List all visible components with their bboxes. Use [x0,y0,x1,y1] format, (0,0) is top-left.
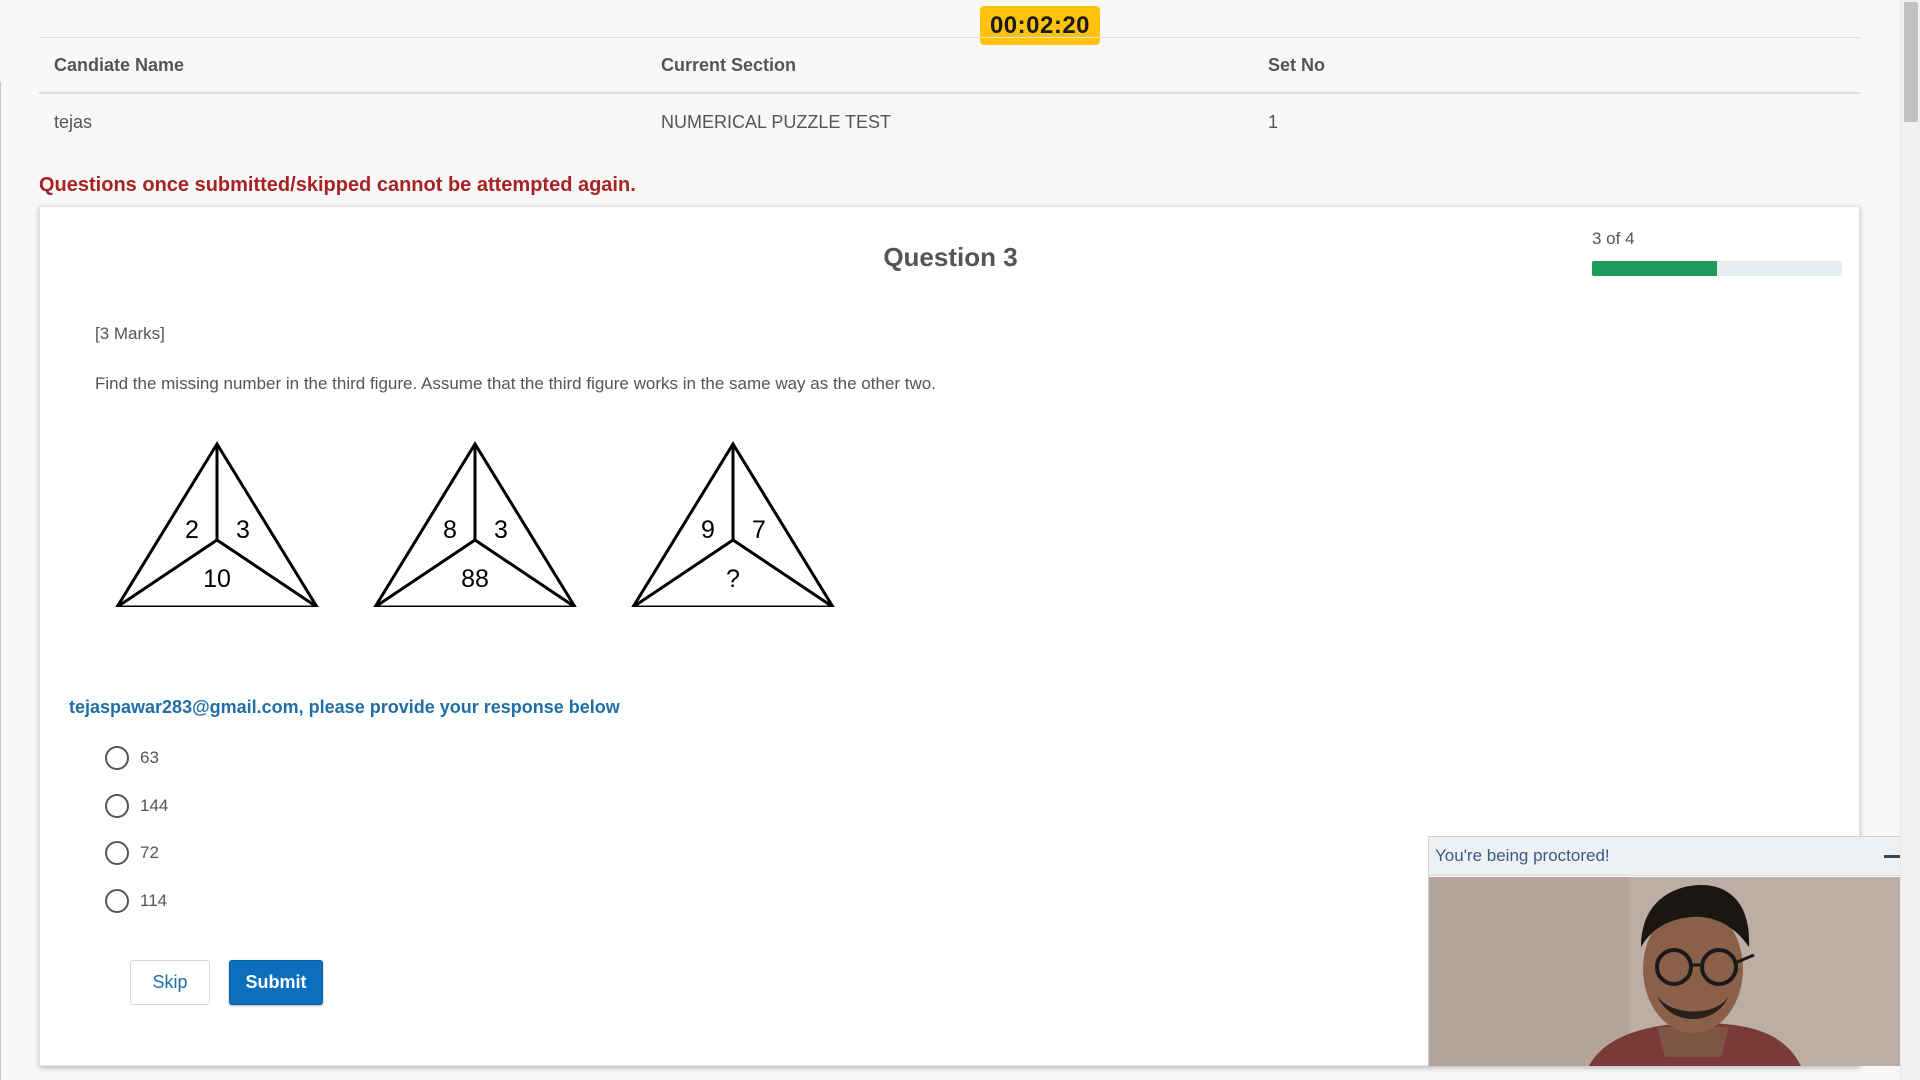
page-scrollbar[interactable] [1900,0,1920,1080]
minimize-icon[interactable] [1884,855,1900,858]
option-63[interactable]: 63 [105,746,159,770]
triangle-1: 2 3 10 [114,441,320,609]
header-candidate-name: Candiate Name [54,54,185,75]
triangle-2-left-number: 8 [443,516,457,544]
proctoring-header: You're being proctored! [1429,837,1906,876]
info-header-row: Candiate Name Current Section Set No [39,38,1860,94]
header-current-section: Current Section [661,54,797,75]
triangle-puzzle-figure: 2 3 10 8 3 88 9 7 ? [114,441,836,609]
proctoring-title: You're being proctored! [1435,846,1610,865]
option-radio[interactable] [105,746,129,770]
triangle-2-bottom-number: 88 [461,565,489,593]
attempt-warning: Questions once submitted/skipped cannot … [39,174,636,196]
response-prompt: tejaspawar283@gmail.com, please provide … [69,697,620,717]
candidate-info-table: Candiate Name Current Section Set No tej… [39,37,1860,150]
option-label: 63 [140,748,159,767]
option-label: 144 [140,796,169,815]
question-figure: 2 3 10 8 3 88 9 7 ? [105,427,875,612]
triangle-1-right-number: 3 [236,516,250,544]
progress-bar [1592,261,1842,276]
option-114[interactable]: 114 [105,889,167,913]
candidate-name-value: tejas [54,111,93,132]
triangle-3-bottom-number: ? [726,565,740,593]
option-label: 72 [140,843,159,862]
scrollbar-thumb[interactable] [1904,2,1918,122]
submit-button[interactable]: Submit [229,960,323,1005]
option-radio[interactable] [105,889,129,913]
option-72[interactable]: 72 [105,841,159,865]
webcam-image [1429,877,1906,1066]
option-radio[interactable] [105,794,129,818]
triangle-1-left-number: 2 [185,516,199,544]
question-title: Question 3 [883,242,1018,272]
question-text: Find the missing number in the third fig… [95,374,936,393]
option-label: 114 [140,891,168,910]
proctoring-widget: You're being proctored! [1428,836,1907,1066]
header-set-no: Set No [1268,54,1326,75]
triangle-3-left-number: 9 [701,516,715,544]
triangle-3: 9 7 ? [630,441,836,609]
page-edge-line [0,82,1,1080]
triangle-1-bottom-number: 10 [203,565,231,593]
progress-bar-fill [1592,261,1717,276]
question-marks: [3 Marks] [95,324,165,343]
option-radio[interactable] [105,841,129,865]
option-144[interactable]: 144 [105,794,168,818]
current-section-value: NUMERICAL PUZZLE TEST [661,111,892,132]
progress-label: 3 of 4 [1592,229,1635,248]
triangle-2: 8 3 88 [372,441,578,609]
skip-button[interactable]: Skip [130,960,210,1005]
info-value-row: tejas NUMERICAL PUZZLE TEST 1 [39,94,1860,150]
webcam-feed [1429,877,1906,1066]
triangle-2-right-number: 3 [494,516,508,544]
set-no-value: 1 [1268,111,1279,132]
triangle-3-right-number: 7 [752,516,766,544]
